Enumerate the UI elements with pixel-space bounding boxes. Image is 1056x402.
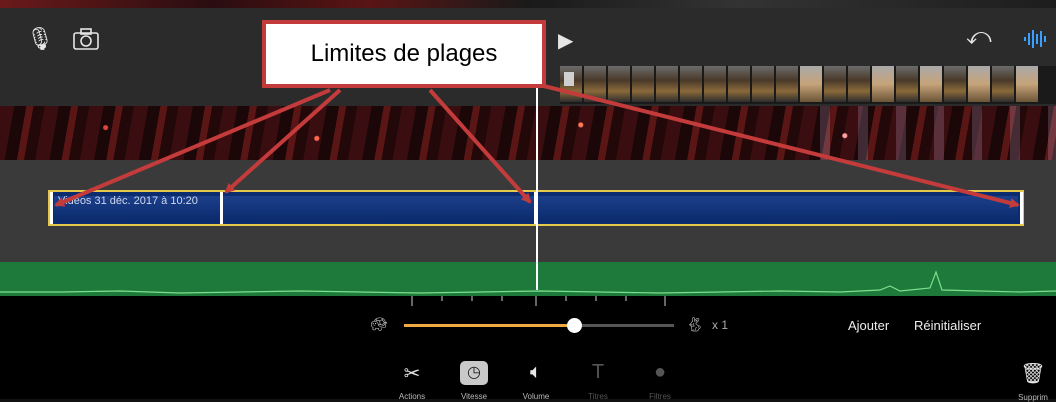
clip-label: Vidéos 31 déc. 2017 à 10:20 bbox=[58, 195, 198, 207]
filmstrip-frame bbox=[968, 66, 990, 102]
filmstrip-frame bbox=[896, 66, 918, 102]
speedometer-icon: ◷ bbox=[460, 361, 488, 385]
speaker-icon: 🔈︎ bbox=[530, 361, 542, 383]
filmstrip-frame bbox=[608, 66, 630, 102]
tab-titles[interactable]: T Titres bbox=[572, 361, 624, 401]
filmstrip-frame bbox=[944, 66, 966, 102]
preview-edge bbox=[0, 0, 1056, 8]
play-icon[interactable]: ▶ bbox=[558, 30, 573, 52]
callout-box: Limites de plages bbox=[262, 20, 546, 88]
tab-filters[interactable]: ● Filtres bbox=[634, 361, 686, 401]
trash-icon: 🗑︎ bbox=[1020, 363, 1046, 385]
tab-label: Actions bbox=[398, 392, 426, 401]
tab-label: Titres bbox=[588, 392, 608, 401]
filmstrip-frame bbox=[680, 66, 702, 102]
titles-icon: T bbox=[591, 361, 605, 383]
filmstrip-frame bbox=[1016, 66, 1038, 102]
range-boundary-handle[interactable] bbox=[220, 192, 223, 224]
track-separator bbox=[0, 160, 1056, 186]
reset-button[interactable]: Réinitialiser bbox=[914, 318, 981, 333]
range-boundary-handle[interactable] bbox=[1020, 192, 1023, 224]
filmstrip-frame bbox=[800, 66, 822, 102]
delete-button[interactable]: 🗑︎ Supprim bbox=[1010, 361, 1056, 402]
tab-label: Vitesse bbox=[460, 392, 488, 401]
speed-slider-thumb[interactable] bbox=[567, 318, 583, 333]
filters-icon: ● bbox=[653, 361, 667, 383]
tab-label: Filtres bbox=[649, 392, 671, 401]
filmstrip-frame bbox=[632, 66, 654, 102]
turtle-icon: 🐢︎ bbox=[370, 316, 388, 332]
filmstrip-frame bbox=[872, 66, 894, 102]
tab-volume[interactable]: 🔈︎ Volume bbox=[510, 361, 562, 401]
delete-label: Supprim bbox=[1018, 393, 1048, 402]
speed-value: x 1 bbox=[712, 318, 729, 332]
filmstrip-frame bbox=[824, 66, 846, 102]
filmstrip-frame bbox=[704, 66, 726, 102]
speed-slider-fill bbox=[404, 324, 575, 327]
speed-ruler bbox=[411, 296, 666, 306]
filmstrip-frame bbox=[848, 66, 870, 102]
filmstrip-frame bbox=[656, 66, 678, 102]
camera-icon[interactable] bbox=[73, 28, 99, 54]
microphone-icon[interactable]: 🎙︎ bbox=[26, 28, 54, 50]
rabbit-icon: 🐇︎ bbox=[686, 316, 704, 332]
tab-actions[interactable]: ✂ Actions bbox=[386, 361, 438, 401]
callout-text: Limites de plages bbox=[266, 24, 542, 84]
playhead[interactable] bbox=[536, 82, 538, 290]
add-button[interactable]: Ajouter bbox=[848, 318, 889, 333]
tab-speed[interactable]: ◷ Vitesse bbox=[448, 361, 500, 401]
audio-waveform bbox=[0, 270, 1056, 294]
range-boundary-handle[interactable] bbox=[50, 192, 53, 224]
filmstrip-frame bbox=[584, 66, 606, 102]
filmstrip-frame bbox=[992, 66, 1014, 102]
undo-icon[interactable]: ⤺ bbox=[966, 25, 992, 49]
filmstrip-marker-icon bbox=[564, 72, 574, 86]
video-track-highlight bbox=[820, 106, 1056, 160]
filmstrip-frame bbox=[920, 66, 942, 102]
clip-filmstrip[interactable] bbox=[560, 66, 1056, 104]
filmstrip-frame bbox=[776, 66, 798, 102]
audio-waveform-icon[interactable] bbox=[1022, 28, 1048, 55]
filmstrip-frame bbox=[728, 66, 750, 102]
scissors-icon: ✂ bbox=[403, 363, 421, 385]
tab-label: Volume bbox=[522, 392, 550, 401]
filmstrip-frame bbox=[752, 66, 774, 102]
